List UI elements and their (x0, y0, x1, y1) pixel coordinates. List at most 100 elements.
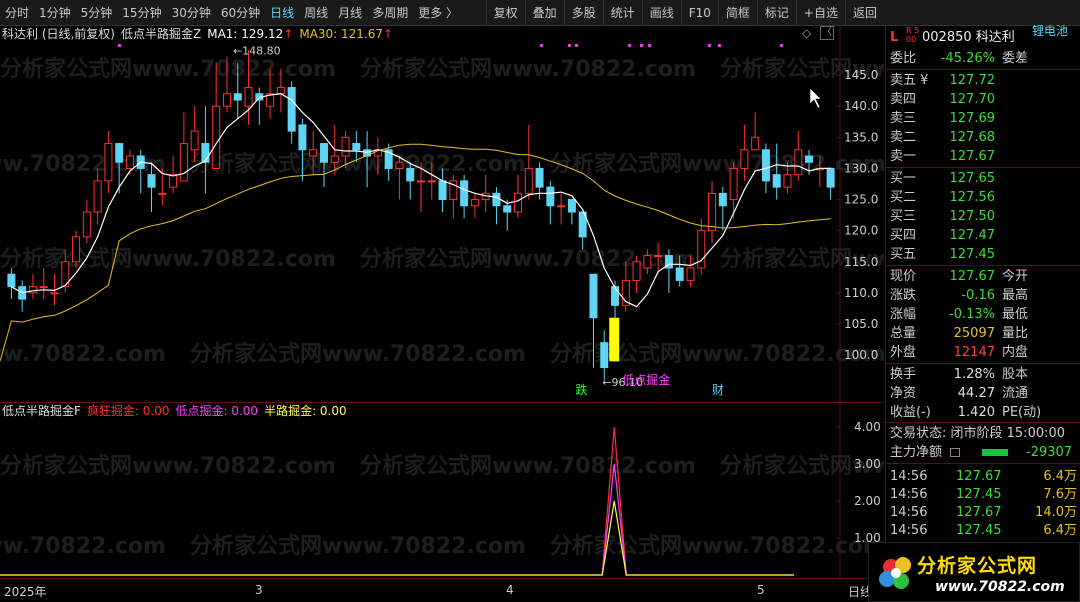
watermark-text: 分析家公式网www.70822.com (360, 56, 696, 82)
candle-body (222, 93, 231, 107)
high-annotation: ←148.80 (233, 45, 281, 58)
candle-body (395, 161, 404, 169)
mark-cai[interactable]: 财 (712, 383, 724, 397)
candle-body (535, 167, 544, 188)
tick-row: 14:56 127.67 14.0万 (886, 503, 1080, 522)
toolbar-button-0[interactable]: 复权 (485, 0, 525, 26)
mouse-cursor-icon (809, 87, 822, 109)
logo-url: www.70822.com (935, 579, 1065, 595)
toolbar-button-3[interactable]: 统计 (602, 0, 642, 26)
list-icon[interactable] (950, 448, 960, 457)
y-tick-label: 120.0 (844, 224, 878, 238)
candle-body (406, 167, 415, 182)
period-tab-8[interactable]: 月线 (333, 0, 367, 26)
toolbar-button-8[interactable]: +自选 (795, 0, 845, 26)
stat2-value: 1.420 (957, 405, 995, 420)
stat-row: 外盘 12147 内盘 (886, 343, 1080, 362)
stat2-row: 收益(-) 1.420 PE(动) (886, 403, 1080, 422)
tick-row: 14:56 127.45 7.6万 (886, 485, 1080, 504)
buy-price: 127.65 (949, 171, 996, 186)
stat-row: 现价 127.67 今开 (886, 267, 1080, 286)
candle-body (179, 143, 188, 182)
stat2-label: 收益(-) (890, 405, 931, 420)
candle-body (330, 155, 339, 163)
period-tab-7[interactable]: 周线 (299, 0, 333, 26)
period-tab-2[interactable]: 5分钟 (76, 0, 118, 26)
stat2-value: 1.28% (953, 367, 995, 382)
candle-body (783, 174, 792, 188)
sub-indicator-chart[interactable]: 低点半路掘金F 疯狂掘金: 0.00 低点掘金: 0.00 半路掘金: 0.00… (0, 402, 884, 579)
toolbar-button-4[interactable]: 画线 (641, 0, 681, 26)
period-tab-9[interactable]: 多周期 (367, 0, 413, 26)
candle-body (654, 255, 663, 258)
tick-time: 14:56 (890, 469, 928, 484)
stat-value: -0.13% (949, 307, 995, 322)
toolbar-button-1[interactable]: 叠加 (524, 0, 564, 26)
buy-row: 买二 127.56 (886, 188, 1080, 207)
x-label-4: 4 (506, 583, 514, 597)
mark-die[interactable]: 跌 (575, 382, 587, 397)
stat-value: -0.16 (961, 288, 995, 303)
candle-body (287, 87, 296, 132)
candle-body (341, 136, 350, 157)
sep-3 (886, 265, 1080, 266)
candle-body (276, 87, 285, 95)
tick-price: 127.45 (956, 523, 1002, 538)
stock-code-name[interactable]: 002850 科达利 (922, 28, 1015, 47)
toolbar-button-7[interactable]: 标记 (756, 0, 796, 26)
tick-row: 14:56 127.45 6.4万 (886, 521, 1080, 540)
stat-label2: 量比 (1002, 326, 1029, 341)
stat2-label: 净资 (890, 386, 917, 401)
sell-row: 卖三 127.69 (886, 109, 1080, 128)
period-tab-3[interactable]: 15分钟 (117, 0, 166, 26)
period-tab-0[interactable]: 分时 (0, 0, 34, 26)
sep-4 (886, 363, 1080, 364)
period-tab-10[interactable]: 更多 〉 (413, 0, 463, 26)
stat-label2: 内盘 (1002, 345, 1029, 360)
y-tick-label: 135.0 (844, 130, 878, 144)
watermark-text: 分析家公式网www.70822.com (190, 341, 526, 367)
buy-label: 买四 (890, 228, 917, 243)
period-tab-4[interactable]: 30分钟 (167, 0, 216, 26)
period-tab-6[interactable]: 日线 (265, 0, 299, 26)
candle-body (514, 192, 523, 213)
candle-body (427, 180, 436, 183)
weibi-row: 委比 -45.26% 委差 (886, 49, 1080, 68)
toolbar-buttons: 复权 叠加 多股 统计 画线 F10 简框 标记 +自选 返回 (485, 0, 884, 26)
candle-body (751, 136, 760, 151)
candle-body (50, 292, 59, 295)
tick-price: 127.45 (956, 487, 1002, 502)
toolbar-button-9[interactable]: 返回 (844, 0, 884, 26)
sep-1 (886, 69, 1080, 70)
toolbar-button-6[interactable]: 简框 (717, 0, 757, 26)
buy-label: 买三 (890, 209, 917, 224)
watermark-text: 分析家公式网www.70822.com (190, 533, 526, 559)
stat-label2: 最高 (1002, 288, 1029, 303)
toolbar-button-2[interactable]: 多股 (563, 0, 603, 26)
watermark-text: 分析家公式网www.70822.com (0, 56, 336, 82)
candle-body (28, 286, 37, 294)
candle-body (697, 230, 706, 269)
candle-body (546, 186, 555, 207)
buy-row: 买一 127.65 (886, 169, 1080, 188)
candle-body (611, 286, 620, 306)
candle-body (492, 192, 501, 207)
stat-row: 总量 25097 量比 (886, 324, 1080, 343)
y-tick-label: 145.0 (844, 68, 878, 82)
sector-tag[interactable]: 锂电池 (1032, 22, 1068, 41)
quote-panel: L R 500 002850 科达利 锂电池 委比 -45.26% 委差 卖五 ¥ 127.72… (885, 24, 1080, 602)
candle-body (600, 342, 609, 369)
candle-body (503, 205, 512, 213)
period-tab-5[interactable]: 60分钟 (216, 0, 265, 26)
stat-label: 总量 (890, 326, 917, 341)
period-toolbar: 分时 1分钟 5分钟 15分钟 30分钟 60分钟 日线 周线 月线 多周期 更多 〉复权 叠加 多股统… (0, 0, 1080, 26)
signal-dot (575, 44, 578, 47)
main-kline-chart[interactable]: 科达利 (日线,前复权) 低点半路掘金Z MA1: 129.12 ↑ MA30:… (0, 26, 884, 402)
weibi-value: -45.26% (940, 51, 995, 66)
signal-text: 低点掘金 (622, 372, 670, 387)
toolbar-button-5[interactable]: F10 (680, 0, 718, 26)
x-label-5: 5 (757, 583, 765, 597)
sell-price: 127.68 (949, 130, 996, 145)
period-tab-1[interactable]: 1分钟 (34, 0, 76, 26)
candle-body (158, 192, 167, 195)
